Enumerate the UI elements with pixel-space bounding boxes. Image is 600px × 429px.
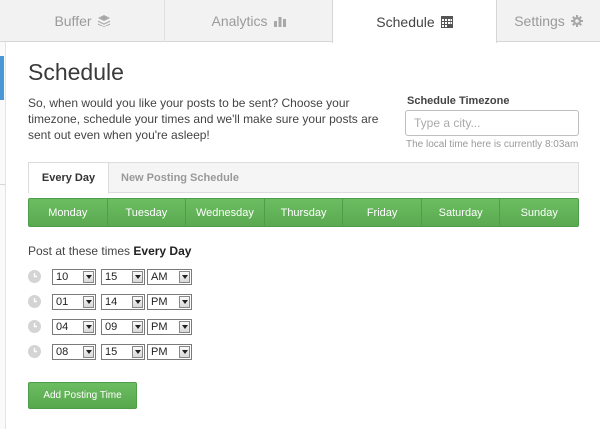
- hour-value: 08: [56, 346, 69, 358]
- dropdown-arrow-icon: [132, 321, 143, 333]
- clock-icon: [28, 270, 41, 283]
- tab-label: Settings: [514, 13, 565, 29]
- add-posting-time-button[interactable]: Add Posting Time: [28, 382, 137, 409]
- clock-icon: [28, 320, 41, 333]
- ampm-select[interactable]: PM: [147, 319, 192, 335]
- dropdown-arrow-icon: [179, 296, 190, 308]
- ampm-select[interactable]: AM: [147, 269, 192, 285]
- ampm-select[interactable]: PM: [147, 344, 192, 360]
- post-times-label-prefix: Post at these times: [28, 244, 131, 258]
- dropdown-arrow-icon: [179, 346, 190, 358]
- top-navigation: Buffer Analytics Schedule Settings: [0, 0, 600, 43]
- minute-value: 15: [105, 346, 118, 358]
- ampm-value: PM: [151, 321, 168, 333]
- clock-icon: [28, 345, 41, 358]
- time-row: 08 15 PM: [28, 344, 198, 360]
- tab-label: Analytics: [211, 13, 268, 29]
- time-row: 04 09 PM: [28, 319, 198, 335]
- post-times-label: Post at these times Every Day: [28, 244, 191, 258]
- tab-schedule[interactable]: Schedule: [332, 0, 497, 43]
- day-wednesday[interactable]: Wednesday: [186, 199, 265, 226]
- hour-select[interactable]: 08: [52, 344, 96, 360]
- dropdown-arrow-icon: [83, 346, 94, 358]
- page-title: Schedule: [28, 59, 124, 85]
- time-row: 01 14 PM: [28, 294, 198, 310]
- minute-select[interactable]: 14: [101, 294, 145, 310]
- gear-icon: [570, 15, 583, 27]
- clock-icon: [28, 295, 41, 308]
- ampm-value: AM: [151, 271, 168, 283]
- hour-value: 01: [56, 296, 69, 308]
- bar-chart-icon: [273, 15, 286, 27]
- hour-select[interactable]: 04: [52, 319, 96, 335]
- hour-select[interactable]: 01: [52, 294, 96, 310]
- day-thursday[interactable]: Thursday: [264, 199, 344, 226]
- ampm-select[interactable]: PM: [147, 294, 192, 310]
- minute-select[interactable]: 09: [101, 319, 145, 335]
- hour-value: 04: [56, 321, 69, 333]
- time-row: 10 15 AM: [28, 269, 198, 285]
- intro-text: So, when would you like your posts to be…: [28, 96, 379, 142]
- dropdown-arrow-icon: [83, 271, 94, 283]
- dropdown-arrow-icon: [179, 271, 190, 283]
- hour-value: 10: [56, 271, 69, 283]
- ampm-value: PM: [151, 296, 168, 308]
- stack-icon: [97, 15, 110, 27]
- minute-value: 14: [105, 296, 118, 308]
- tab-every-day[interactable]: Every Day: [28, 162, 109, 194]
- dropdown-arrow-icon: [132, 346, 143, 358]
- minute-value: 09: [105, 321, 118, 333]
- schedule-tabs: Every Day New Posting Schedule: [28, 162, 579, 194]
- tab-buffer[interactable]: Buffer: [0, 0, 165, 42]
- dropdown-arrow-icon: [179, 321, 190, 333]
- dropdown-arrow-icon: [83, 321, 94, 333]
- active-indicator: [0, 56, 4, 100]
- hour-select[interactable]: 10: [52, 269, 96, 285]
- dropdown-arrow-icon: [132, 296, 143, 308]
- day-tuesday[interactable]: Tuesday: [107, 199, 187, 226]
- calendar-icon: [440, 15, 453, 28]
- dropdown-arrow-icon: [83, 296, 94, 308]
- timezone-label: Schedule Timezone: [407, 95, 510, 107]
- day-selector: Monday Tuesday Wednesday Thursday Friday…: [28, 198, 579, 227]
- day-sunday[interactable]: Sunday: [500, 199, 578, 226]
- tab-new-posting-schedule[interactable]: New Posting Schedule: [121, 162, 239, 194]
- day-monday[interactable]: Monday: [29, 199, 108, 226]
- day-saturday[interactable]: Saturday: [421, 199, 501, 226]
- tab-label: Buffer: [54, 13, 92, 29]
- post-times-label-emphasis: Every Day: [133, 244, 192, 258]
- day-friday[interactable]: Friday: [343, 199, 422, 226]
- tab-label: Schedule: [376, 13, 435, 30]
- divider: [0, 184, 5, 185]
- dropdown-arrow-icon: [132, 271, 143, 283]
- ampm-value: PM: [151, 346, 168, 358]
- local-time-note: The local time here is currently 8:03am: [406, 139, 579, 150]
- minute-select[interactable]: 15: [101, 344, 145, 360]
- tab-settings[interactable]: Settings: [497, 0, 600, 42]
- tab-analytics[interactable]: Analytics: [165, 0, 332, 42]
- minute-value: 15: [105, 271, 118, 283]
- minute-select[interactable]: 15: [101, 269, 145, 285]
- left-rail: [0, 42, 6, 429]
- timezone-input[interactable]: [405, 110, 579, 136]
